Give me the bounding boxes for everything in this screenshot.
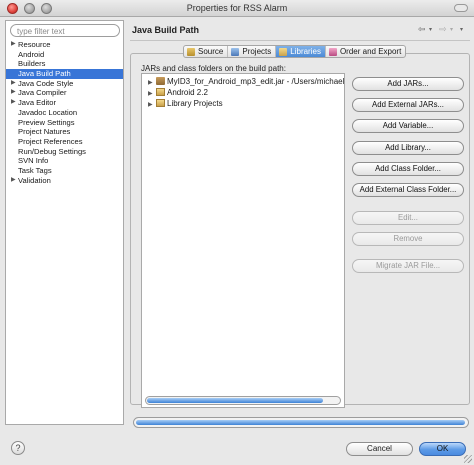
- sidebar-item-label: Validation: [18, 175, 51, 185]
- forward-arrow-icon[interactable]: ⇨: [439, 24, 447, 35]
- sidebar-item-label: Java Editor: [18, 98, 56, 108]
- build-path-list[interactable]: ▶ MyID3_for_Android_mp3_edit.jar - /Users…: [141, 73, 345, 408]
- help-button[interactable]: ?: [11, 441, 25, 455]
- sidebar-item-label: Project References: [18, 136, 83, 146]
- add-variable-button[interactable]: Add Variable...: [352, 119, 464, 133]
- list-item-label: MyID3_for_Android_mp3_edit.jar - /Users/…: [167, 77, 345, 86]
- tab-label: Projects: [242, 47, 272, 56]
- resize-grip[interactable]: [464, 455, 472, 463]
- sidebar-item-label: SVN Info: [18, 156, 49, 166]
- sidebar-item-task-tags[interactable]: Task Tags: [6, 166, 123, 176]
- filter-input[interactable]: [17, 26, 115, 36]
- sidebar-item-label: Run/Debug Settings: [18, 146, 86, 156]
- sidebar-item-java-build-path[interactable]: Java Build Path: [6, 69, 123, 79]
- tab-order-and-export[interactable]: Order and Export: [326, 46, 405, 57]
- list-horizontal-scrollbar[interactable]: [145, 396, 341, 405]
- source-folder-icon: [187, 47, 195, 56]
- filter-field[interactable]: [10, 24, 120, 37]
- sidebar-item-label: Builders: [18, 59, 46, 69]
- sidebar-item-label: Task Tags: [18, 165, 52, 175]
- toolbar-toggle-button[interactable]: [454, 4, 468, 12]
- migrate-jar-button[interactable]: Migrate JAR File...: [352, 259, 464, 273]
- add-external-jars-button[interactable]: Add External JARs...: [352, 98, 464, 112]
- remove-button[interactable]: Remove: [352, 232, 464, 246]
- list-item-label: Android 2.2: [167, 88, 208, 97]
- sidebar-item-builders[interactable]: Builders: [6, 59, 123, 69]
- sidebar-item-label: Java Build Path: [18, 69, 71, 79]
- tab-label: Source: [198, 47, 224, 56]
- tab-label: Libraries: [290, 47, 321, 56]
- sidebar-item-label: Java Compiler: [18, 88, 67, 98]
- sidebar-item-project-references[interactable]: Project References: [6, 137, 123, 147]
- expand-arrow-icon[interactable]: ▶: [11, 98, 16, 108]
- sidebar-item-java-code-style[interactable]: ▶ Java Code Style: [6, 79, 123, 89]
- sidebar-item-project-natures[interactable]: Project Natures: [6, 127, 123, 137]
- library-icon: [156, 88, 165, 96]
- order-export-icon: [328, 47, 337, 56]
- list-item[interactable]: ▶ Android 2.2: [142, 87, 208, 98]
- tab-bar: Source Projects Libraries Order and Expo…: [183, 45, 407, 58]
- sidebar-item-label: Project Natures: [18, 127, 71, 137]
- sidebar-item-label: Preview Settings: [18, 117, 75, 127]
- page-horizontal-scrollbar[interactable]: [133, 417, 469, 428]
- scrollbar-thumb[interactable]: [147, 398, 323, 403]
- sidebar-item-javadoc-location[interactable]: Javadoc Location: [6, 108, 123, 118]
- add-external-class-folder-button[interactable]: Add External Class Folder...: [352, 183, 464, 197]
- edit-button[interactable]: Edit...: [352, 211, 464, 225]
- sidebar-item-label: Javadoc Location: [18, 107, 78, 117]
- add-library-button[interactable]: Add Library...: [352, 141, 464, 155]
- sidebar-item-preview-settings[interactable]: Preview Settings: [6, 118, 123, 128]
- forward-menu-icon[interactable]: ▾: [450, 26, 453, 33]
- back-arrow-icon[interactable]: ⇦: [418, 24, 426, 35]
- sidebar-item-resource[interactable]: ▶ Resource: [6, 40, 123, 50]
- ok-button[interactable]: OK: [419, 442, 466, 456]
- tab-label: Order and Export: [339, 47, 402, 56]
- add-class-folder-button[interactable]: Add Class Folder...: [352, 162, 464, 176]
- section-label: JARs and class folders on the build path…: [141, 64, 286, 73]
- expand-arrow-icon[interactable]: ▶: [11, 40, 16, 50]
- preferences-tree: ▶ Resource Android Builders Java Build Pa…: [6, 40, 123, 185]
- sidebar-item-android[interactable]: Android: [6, 50, 123, 60]
- page-title: Java Build Path: [132, 25, 200, 35]
- sidebar-item-java-editor[interactable]: ▶ Java Editor: [6, 98, 123, 108]
- list-item[interactable]: ▶ Library Projects: [142, 98, 223, 109]
- expand-arrow-icon[interactable]: ▶: [11, 176, 16, 186]
- title-bar: Properties for RSS Alarm: [0, 0, 474, 17]
- sidebar-item-label: Android: [18, 49, 45, 59]
- tab-source[interactable]: Source: [184, 46, 229, 57]
- sidebar-item-run-debug-settings[interactable]: Run/Debug Settings: [6, 147, 123, 157]
- expand-arrow-icon[interactable]: ▶: [148, 100, 156, 111]
- sidebar-item-label: Resource: [18, 40, 51, 49]
- cancel-button[interactable]: Cancel: [346, 442, 413, 456]
- sidebar-item-label: Java Code Style: [18, 78, 74, 88]
- expand-arrow-icon[interactable]: ▶: [11, 79, 16, 89]
- list-item[interactable]: ▶ MyID3_for_Android_mp3_edit.jar - /Users…: [142, 76, 345, 87]
- back-menu-icon[interactable]: ▾: [429, 26, 432, 33]
- window-title: Properties for RSS Alarm: [186, 3, 288, 13]
- view-menu-icon[interactable]: ▾: [460, 26, 463, 33]
- sidebar-item-svn-info[interactable]: SVN Info: [6, 156, 123, 166]
- library-icon: [156, 99, 165, 107]
- sidebar-item-validation[interactable]: ▶ Validation: [6, 176, 123, 186]
- add-jars-button[interactable]: Add JARs...: [352, 77, 464, 91]
- projects-icon: [231, 47, 240, 56]
- preferences-sidebar: ▶Resource Android Builders Java Build Pa…: [5, 20, 124, 425]
- list-item-label: Library Projects: [167, 99, 223, 108]
- libraries-icon: [279, 47, 288, 56]
- scrollbar-thumb[interactable]: [136, 420, 465, 425]
- jar-icon: [156, 77, 165, 85]
- tab-projects[interactable]: Projects: [228, 46, 277, 57]
- header-divider: [130, 40, 470, 41]
- tab-libraries[interactable]: Libraries: [276, 46, 326, 57]
- expand-arrow-icon[interactable]: ▶: [11, 88, 16, 98]
- history-navigation: ⇦ ▾ ⇨ ▾ ▾: [418, 24, 472, 36]
- sidebar-item-java-compiler[interactable]: ▶ Java Compiler: [6, 88, 123, 98]
